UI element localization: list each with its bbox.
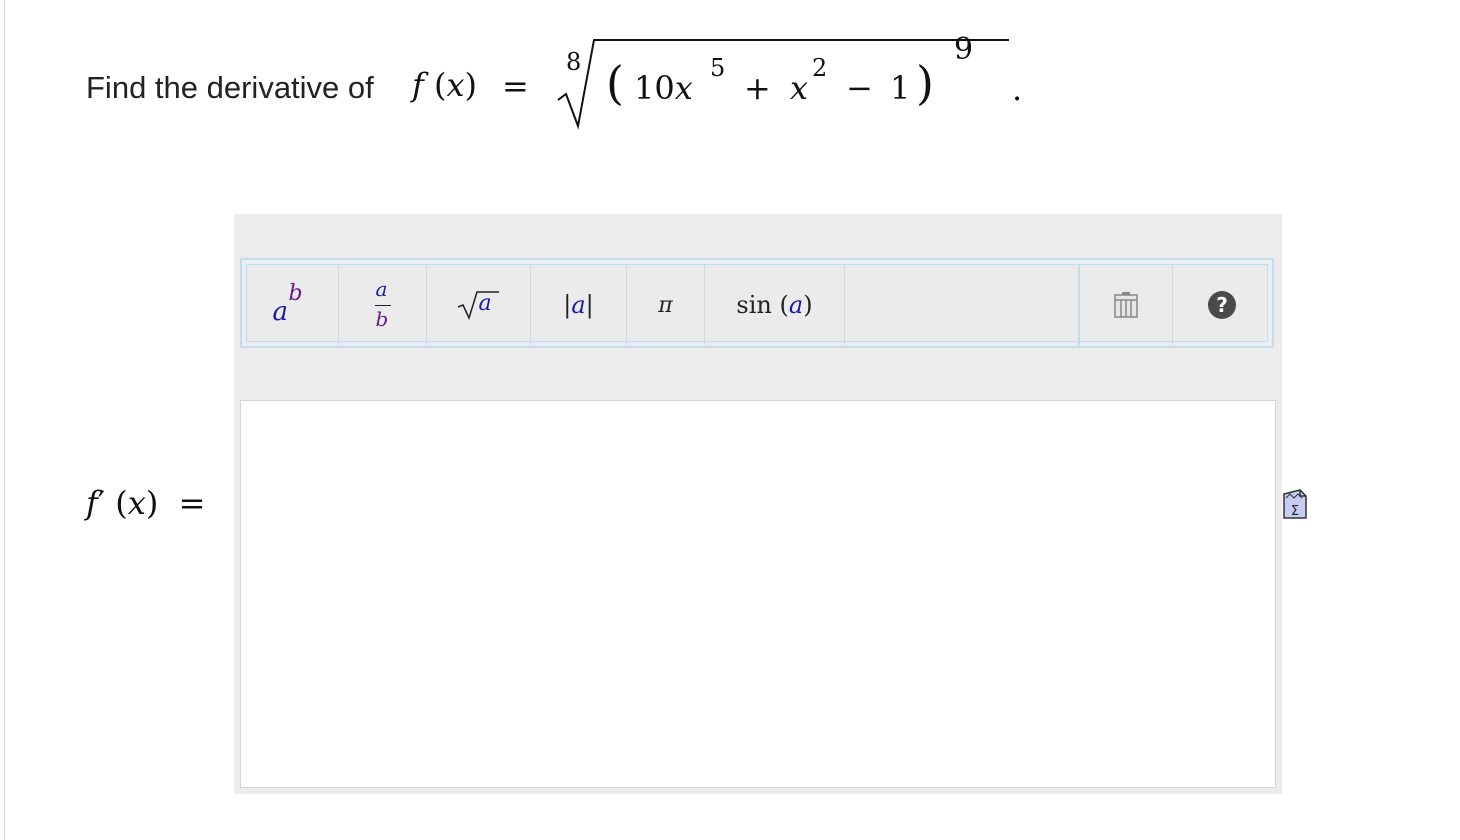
minus-sign: − — [846, 69, 873, 107]
power-exponent: b — [288, 281, 303, 306]
preview-formula-button[interactable]: Σ — [1282, 488, 1308, 520]
sqrt-button[interactable]: a — [427, 265, 531, 345]
help-button[interactable]: ? — [1173, 265, 1271, 345]
function-label: f (x) — [412, 66, 478, 104]
period: . — [1012, 70, 1023, 108]
pi-symbol: π — [658, 292, 673, 318]
help-icon: ? — [1208, 291, 1236, 319]
problem-statement: Find the derivative of f (x) = 8 ( 10x 5… — [86, 32, 1022, 134]
answer-input[interactable] — [240, 400, 1276, 788]
left-paren: ( — [606, 56, 624, 110]
power-button[interactable]: a b — [247, 265, 339, 345]
abs-arg: a — [571, 291, 586, 319]
nth-root-expression: 8 ( 10x 5 + x 2 − 1 ) 9 — [554, 32, 1034, 134]
fraction-numerator: a — [375, 277, 388, 301]
constant-one: 1 — [890, 69, 911, 107]
svg-text:?: ? — [1216, 293, 1228, 317]
answer-panel: a b a b a | a | π sin (a) ? — [234, 214, 1282, 794]
fraction-button[interactable]: a b — [339, 265, 427, 345]
sin-button[interactable]: sin (a) — [705, 265, 845, 345]
abs-button[interactable]: | a | — [531, 265, 627, 345]
derivative-label: f′ (x) = — [86, 484, 206, 522]
outer-exponent: 9 — [954, 32, 974, 67]
toolbar-spacer — [845, 265, 1079, 345]
svg-text:Σ: Σ — [1291, 504, 1299, 519]
keyboard-icon — [1114, 292, 1138, 318]
x-term: x — [790, 69, 809, 107]
fraction-denominator: b — [375, 307, 389, 331]
sqrt-radicand: a — [478, 291, 492, 316]
power-base: a — [272, 297, 289, 327]
math-toolbar: a b a b a | a | π sin (a) ? — [240, 258, 1274, 348]
exponent-2: 2 — [812, 54, 828, 82]
problem-lead-text: Find the derivative of — [86, 70, 374, 105]
keyboard-button[interactable] — [1079, 265, 1173, 345]
fraction-bar — [374, 305, 391, 306]
left-border — [4, 0, 5, 840]
pi-button[interactable]: π — [627, 265, 705, 345]
right-paren: ) — [916, 56, 934, 110]
sin-arg: a — [788, 291, 804, 319]
sigma-preview-icon: Σ — [1283, 489, 1307, 519]
equals-sign: = — [502, 67, 529, 105]
plus-sign: + — [744, 69, 771, 107]
exponent-1: 5 — [710, 54, 726, 82]
root-index: 8 — [566, 48, 582, 76]
coefficient: 10x — [634, 69, 693, 107]
